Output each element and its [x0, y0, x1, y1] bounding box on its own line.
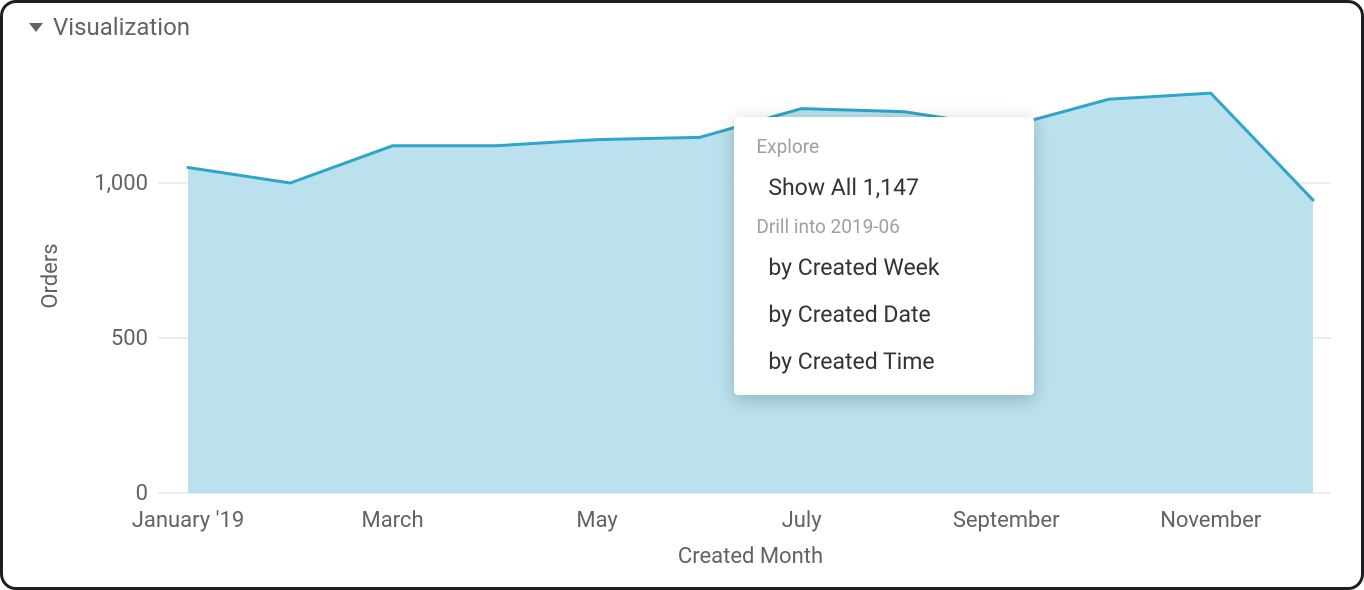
popover-show-all[interactable]: Show All 1,147 — [734, 164, 1034, 211]
visualization-panel: Visualization 0 500 1,000 January '19 March M… — [0, 0, 1364, 590]
popover-drill-week[interactable]: by Created Week — [734, 244, 1034, 291]
svg-text:January '19: January '19 — [132, 508, 244, 533]
svg-text:1,000: 1,000 — [94, 171, 148, 196]
svg-text:0: 0 — [136, 481, 148, 506]
svg-text:Orders: Orders — [38, 243, 63, 308]
panel-title: Visualization — [53, 13, 190, 41]
svg-text:November: November — [1160, 508, 1262, 533]
popover-drill-label: Drill into 2019-06 — [734, 211, 1034, 244]
popover-drill-date[interactable]: by Created Date — [734, 291, 1034, 338]
panel-header[interactable]: Visualization — [3, 3, 1361, 47]
svg-text:500: 500 — [111, 326, 148, 351]
chart-container: 0 500 1,000 January '19 March May July Septembe… — [3, 49, 1361, 587]
popover-explore-label: Explore — [734, 131, 1034, 164]
svg-text:Created Month: Created Month — [678, 544, 823, 569]
drill-popover: Explore Show All 1,147 Drill into 2019-0… — [734, 117, 1034, 395]
popover-drill-time[interactable]: by Created Time — [734, 338, 1034, 385]
svg-text:May: May — [576, 508, 618, 533]
area-chart[interactable]: 0 500 1,000 January '19 March May July Septembe… — [3, 49, 1361, 589]
collapse-icon[interactable] — [29, 23, 43, 32]
svg-text:March: March — [362, 508, 424, 533]
svg-text:July: July — [782, 508, 823, 533]
svg-text:September: September — [953, 508, 1060, 533]
